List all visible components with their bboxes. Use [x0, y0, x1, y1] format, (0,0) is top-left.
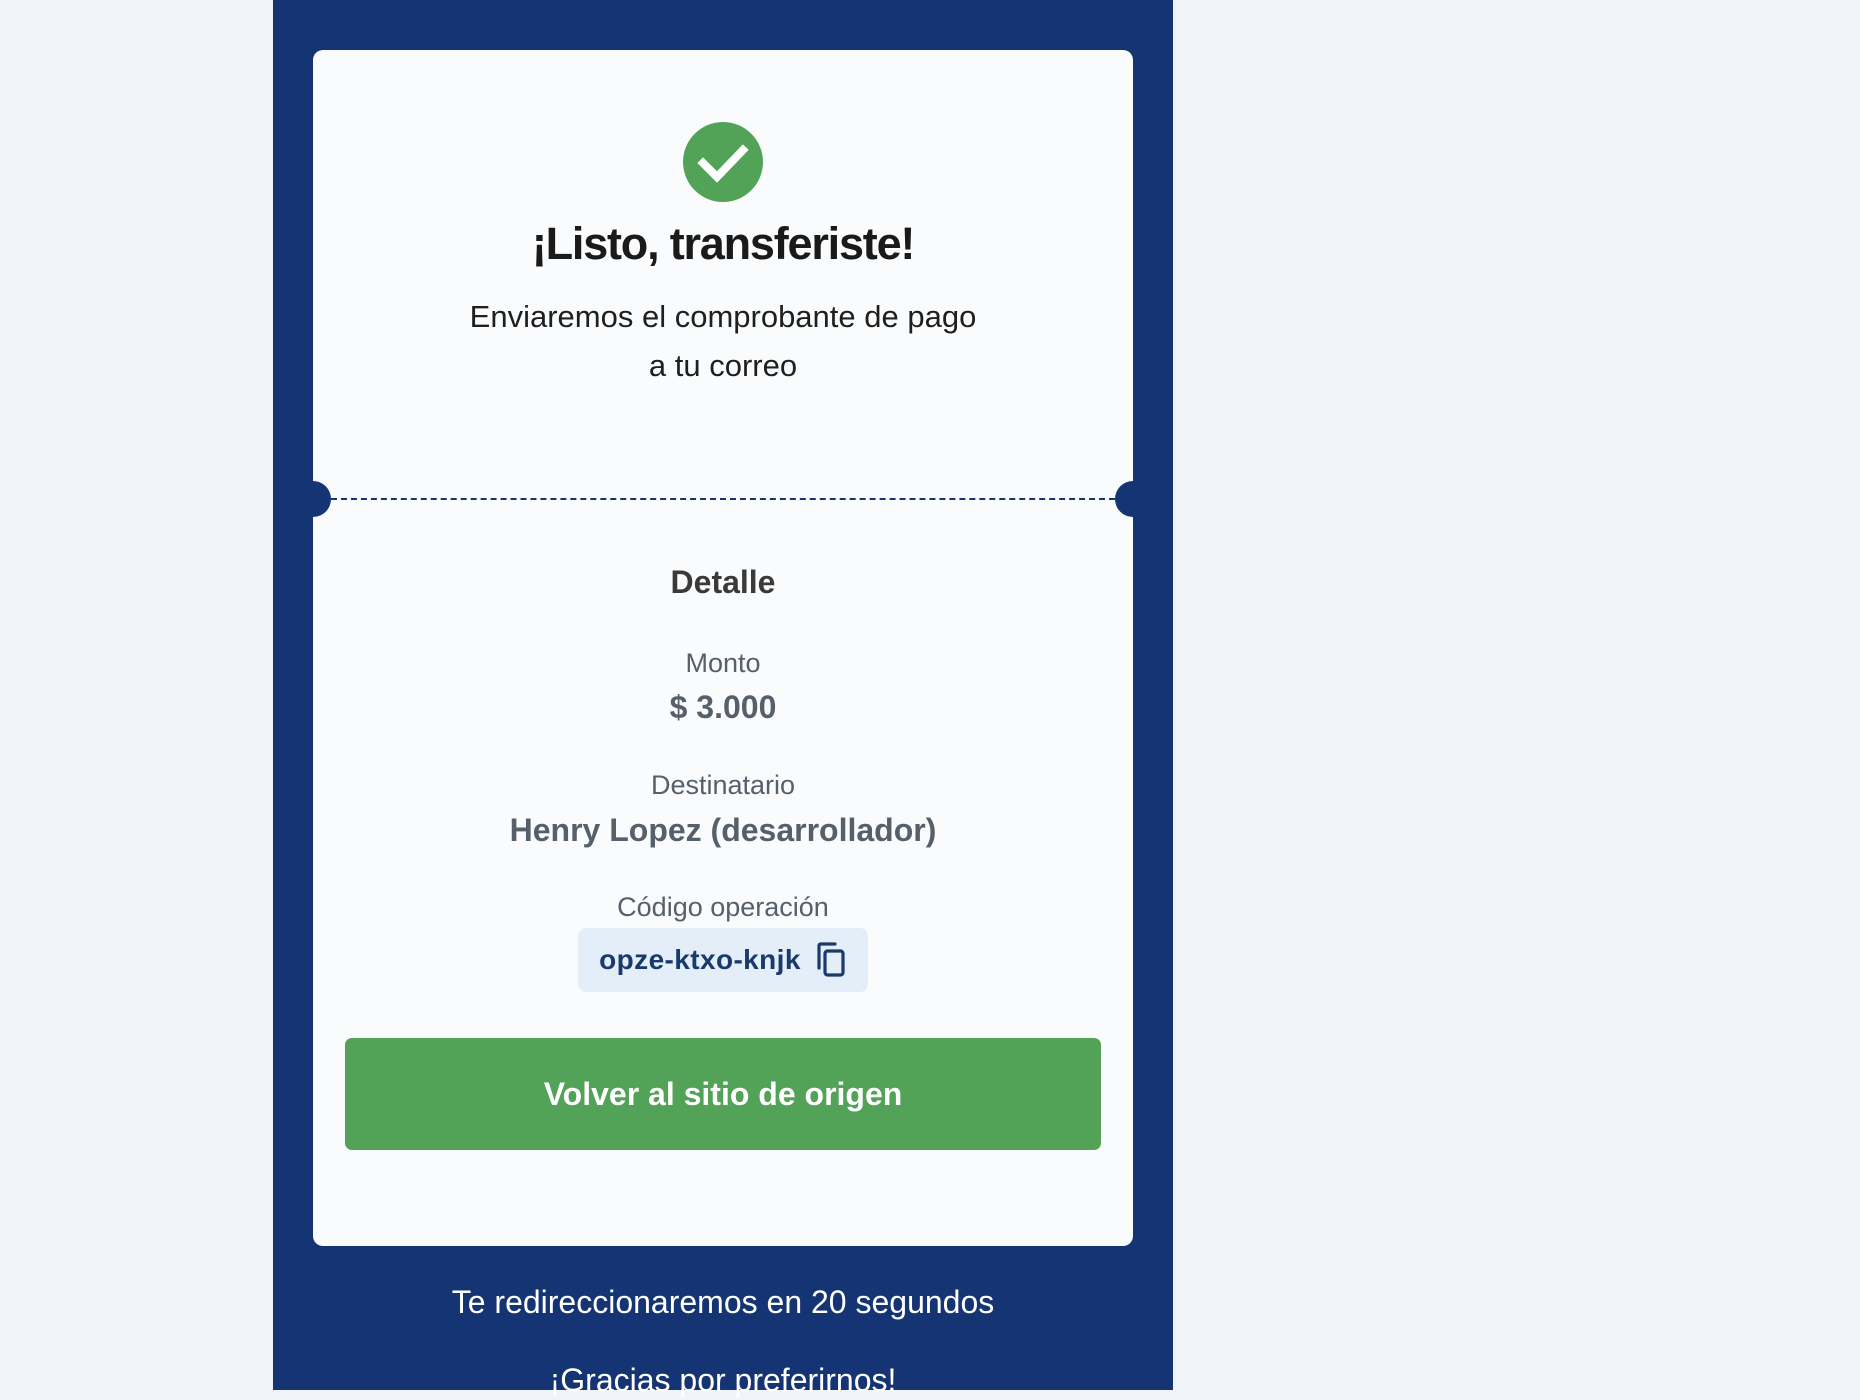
success-title: ¡Listo, transferiste! [531, 218, 916, 269]
detail-heading: Detalle [670, 564, 776, 600]
ticket-notch-left [295, 481, 331, 517]
thanks-message: ¡Gracias por preferirnos! [549, 1362, 897, 1398]
amount-value: $ 3.000 [669, 689, 777, 725]
recipient-label: Destinatario [650, 770, 796, 800]
ticket-notch-right [1115, 481, 1151, 517]
payment-panel: ¡Listo, transferiste! Enviaremos el comp… [273, 0, 1173, 1398]
operation-code-label: Código operación [617, 892, 829, 922]
copy-operation-code-button[interactable]: opze-ktxo-knjk [578, 928, 868, 992]
success-subtitle-line-1: Enviaremos el comprobante de pago [469, 299, 977, 334]
return-to-origin-button[interactable]: Volver al sitio de origen [345, 1038, 1101, 1150]
copy-icon[interactable] [815, 942, 847, 978]
ticket-divider [331, 498, 1115, 500]
receipt-card: ¡Listo, transferiste! Enviaremos el comp… [295, 50, 1151, 1246]
amount-label: Monto [685, 648, 761, 678]
check-circle-icon [683, 122, 763, 202]
recipient-value: Henry Lopez (desarrollador) [509, 812, 937, 848]
redirect-notice: Te redireccionaremos en 20 segundos [451, 1284, 995, 1320]
success-subtitle-line-2: a tu correo [648, 348, 798, 383]
success-subtitle: Enviaremos el comprobante de pago a tu c… [313, 292, 1133, 390]
operation-code-value: opze-ktxo-knjk [599, 944, 801, 975]
